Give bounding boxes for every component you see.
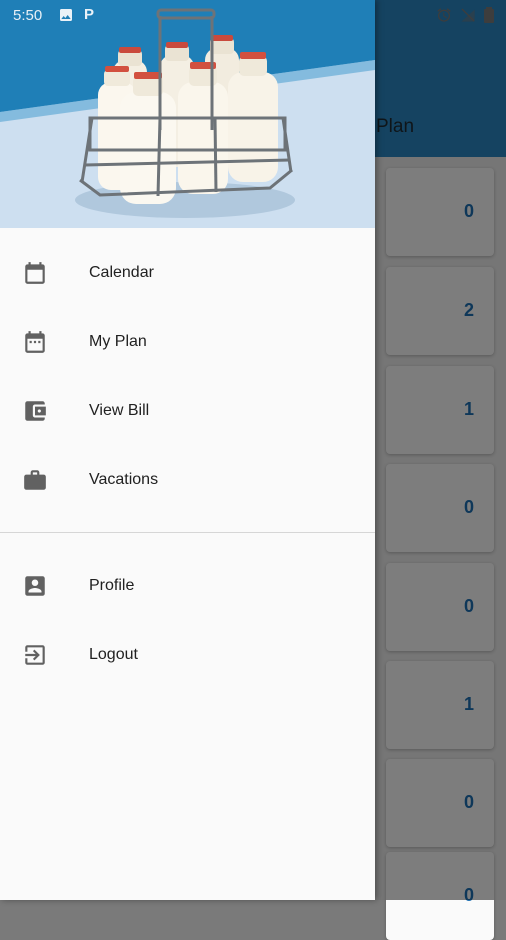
nav-label-view-bill: View Bill — [89, 401, 150, 419]
navigation-drawer: Calendar My Plan View Bill Vacations Pro… — [0, 0, 375, 900]
drawer-header-image — [0, 0, 375, 228]
nav-label-vacations: Vacations — [89, 470, 159, 488]
status-bar: 5:50 P — [0, 0, 506, 30]
wifi-off-icon — [460, 7, 476, 28]
p-app-icon: P — [84, 6, 95, 23]
nav-item-view-bill[interactable]: View Bill — [0, 376, 375, 445]
nav-item-profile[interactable]: Profile — [0, 551, 375, 620]
nav-item-vacations[interactable]: Vacations — [0, 445, 375, 514]
nav-label-my-plan: My Plan — [89, 332, 147, 350]
nav-item-logout[interactable]: Logout — [0, 620, 375, 689]
image-icon — [58, 7, 74, 28]
wallet-icon — [22, 398, 48, 424]
logout-icon — [22, 642, 48, 668]
calendar-icon — [22, 260, 48, 286]
briefcase-icon — [22, 467, 48, 493]
nav-item-my-plan[interactable]: My Plan — [0, 307, 375, 376]
status-time: 5:50 — [13, 7, 43, 24]
battery-icon — [484, 7, 494, 28]
milk-bottles-crate-illustration — [0, 0, 375, 228]
alarm-icon — [436, 7, 452, 28]
drawer-divider — [0, 532, 375, 533]
account-box-icon — [22, 573, 48, 599]
nav-item-calendar[interactable]: Calendar — [0, 238, 375, 307]
nav-label-profile: Profile — [89, 576, 135, 594]
nav-label-calendar: Calendar — [89, 263, 154, 281]
nav-label-logout: Logout — [89, 645, 138, 663]
event-note-icon — [22, 329, 48, 355]
